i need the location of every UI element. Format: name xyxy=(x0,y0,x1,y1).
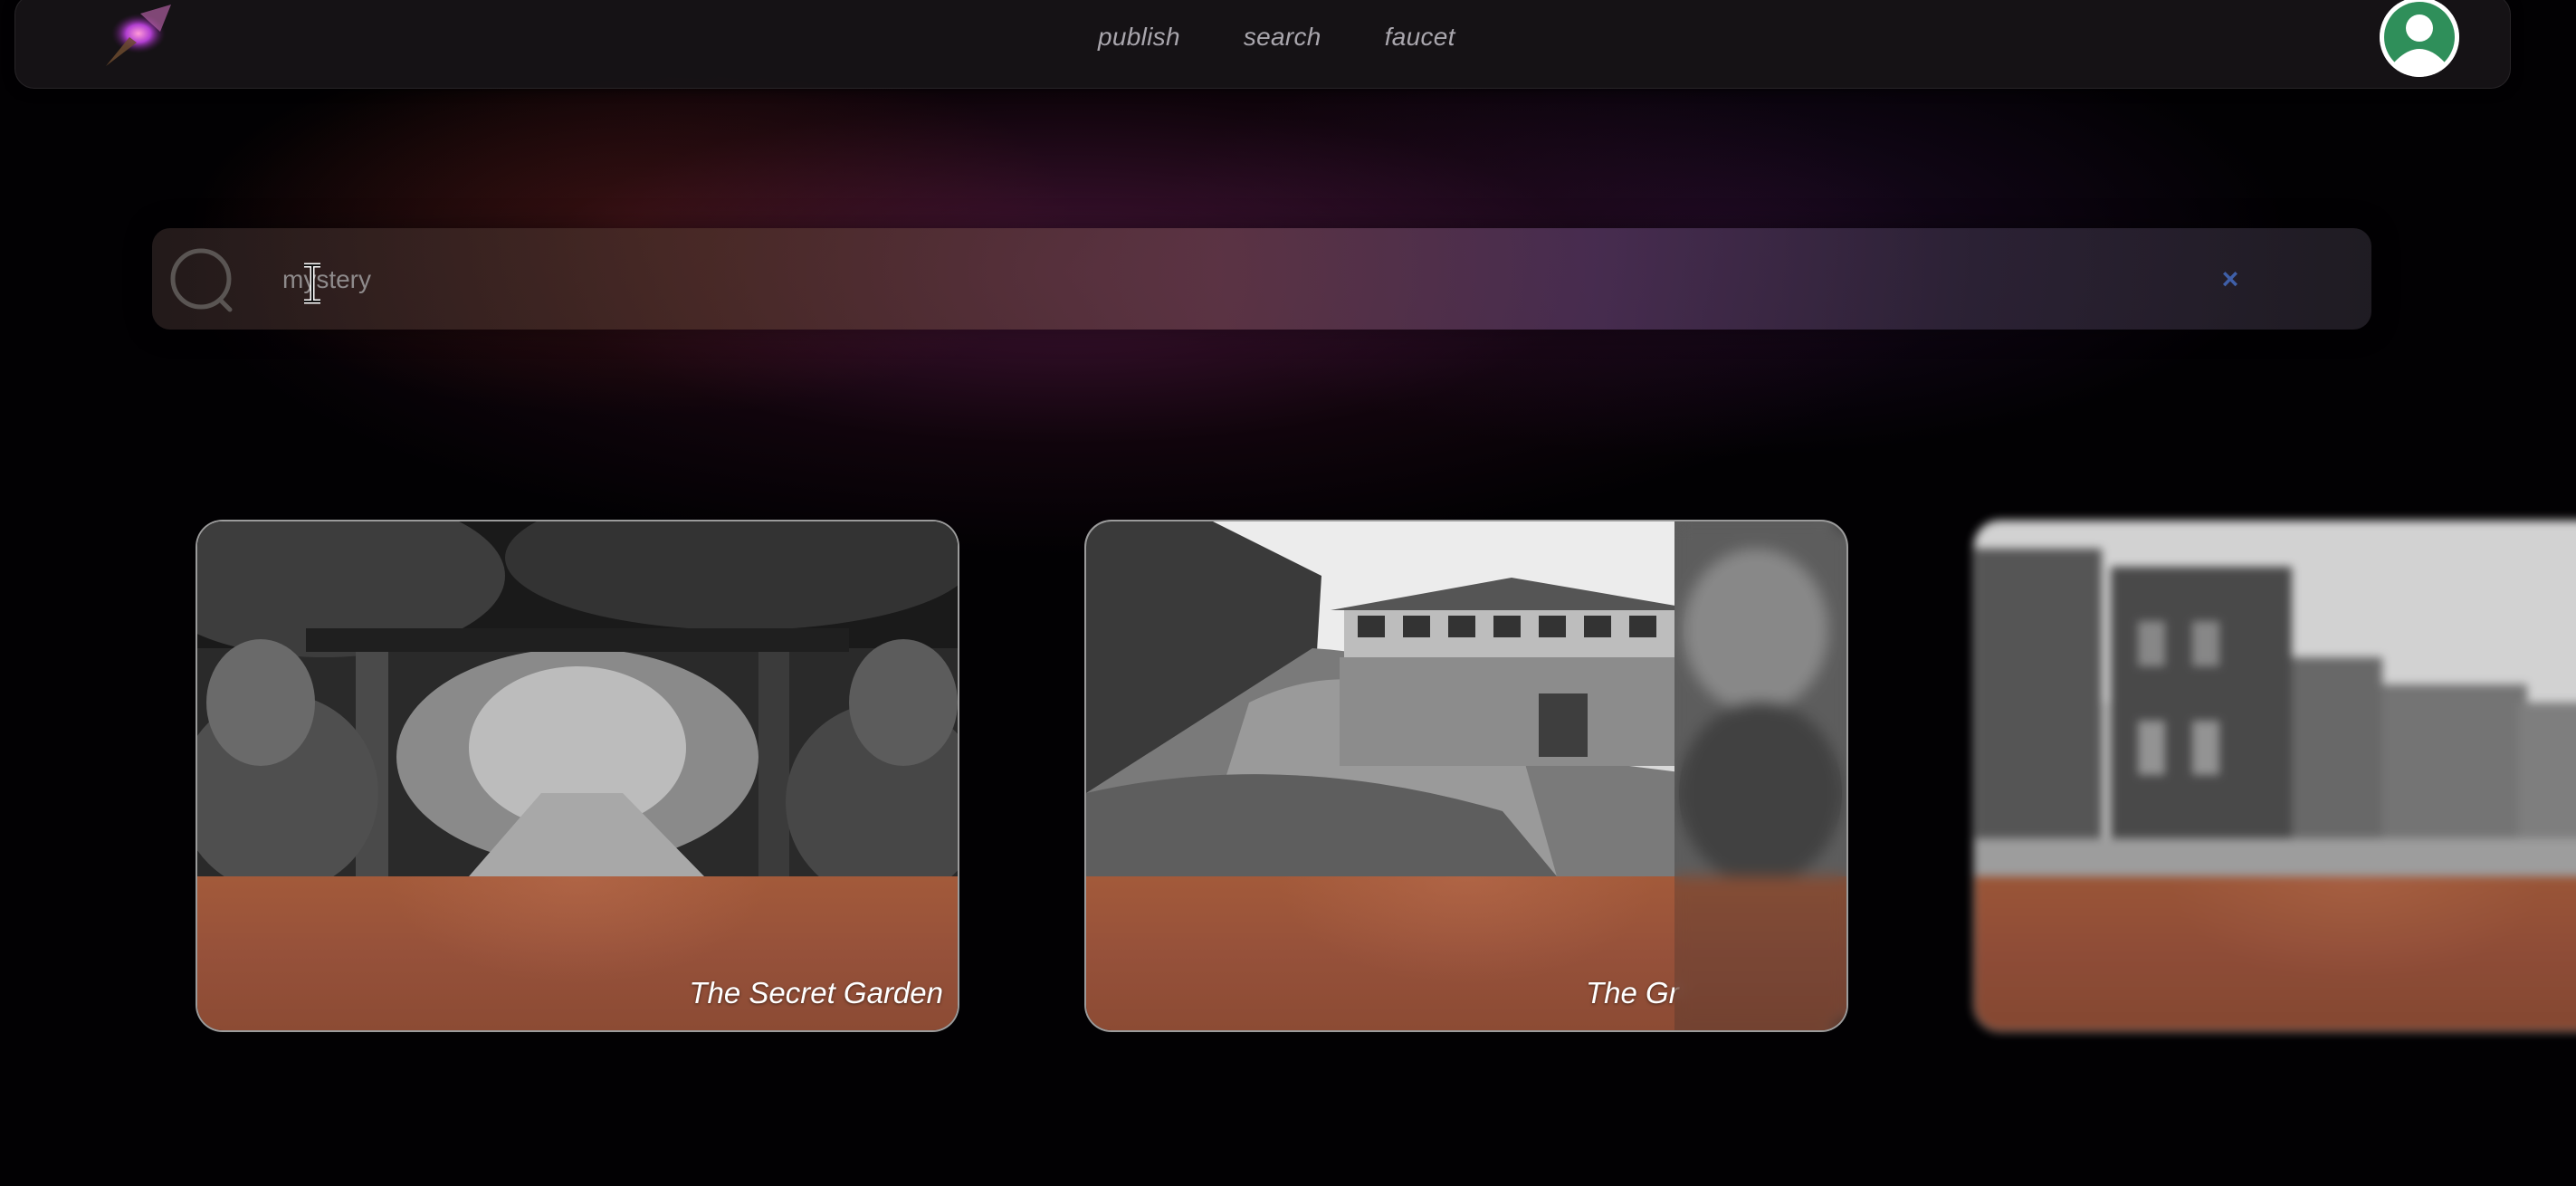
search-bar: × xyxy=(152,228,2371,330)
garden-arbor-photo xyxy=(197,521,958,876)
user-avatar-icon[interactable] xyxy=(2380,0,2459,77)
blur-overlay xyxy=(1674,521,1846,1030)
result-card[interactable]: The Secret Garden xyxy=(196,520,959,1032)
page: publish search faucet mystery × The Secr… xyxy=(0,0,2576,1186)
nav-link-publish[interactable]: publish xyxy=(1098,19,1180,55)
card-title: The Secret Garden xyxy=(689,976,943,1009)
nav-link-search[interactable]: search xyxy=(1244,19,1321,55)
nav-link-faucet[interactable]: faucet xyxy=(1385,19,1455,55)
clear-search-button[interactable]: × xyxy=(2212,261,2248,297)
result-card[interactable] xyxy=(1973,520,2576,1032)
card-title: The Gr xyxy=(1586,976,1679,1009)
card-footer xyxy=(1975,876,2576,1030)
top-navbar: publish search faucet xyxy=(14,0,2511,89)
result-card[interactable]: The Gr xyxy=(1084,520,1848,1032)
text-cursor-icon xyxy=(301,263,324,304)
search-input[interactable] xyxy=(281,252,2185,308)
nav-links: publish search faucet xyxy=(1098,19,1519,55)
rocket-logo-icon[interactable] xyxy=(86,1,186,73)
search-icon xyxy=(167,244,239,317)
street-houses-photo xyxy=(1975,521,2576,876)
card-footer: The Secret Garden xyxy=(197,876,958,1030)
